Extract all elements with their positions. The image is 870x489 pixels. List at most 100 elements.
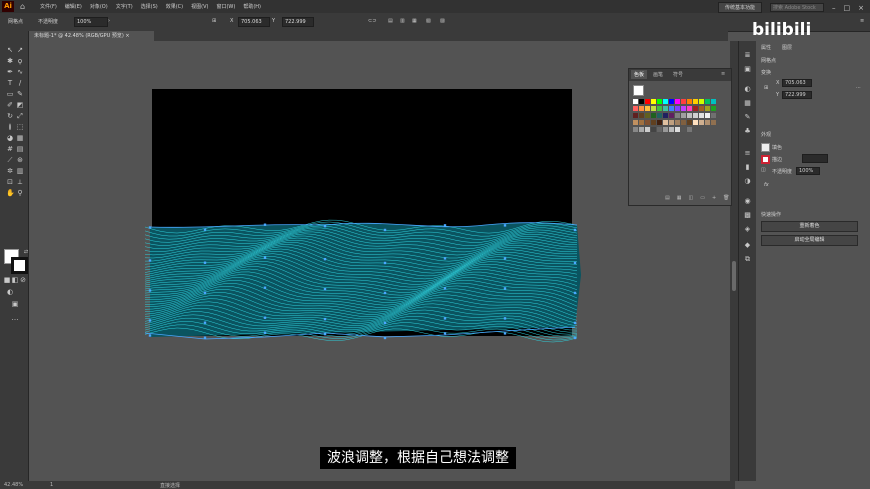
mesh-point[interactable]	[263, 316, 267, 319]
mesh-point[interactable]	[323, 257, 327, 261]
menu-item-file[interactable]: 文件(F)	[40, 3, 57, 10]
scale-tool-icon[interactable]: ⤢	[16, 113, 24, 120]
minimize-icon[interactable]: –	[832, 4, 836, 12]
color-swatch[interactable]	[669, 127, 674, 132]
props-opacity-field[interactable]: 100%	[796, 167, 820, 175]
color-swatch[interactable]	[645, 99, 650, 104]
color-swatch[interactable]	[633, 120, 638, 125]
color-swatch[interactable]	[669, 99, 674, 104]
graphic-styles-icon[interactable]: ▩	[743, 211, 752, 220]
rotate-tool-icon[interactable]: ↻	[6, 113, 14, 120]
color-swatch[interactable]	[645, 127, 650, 132]
free-transform-tool-icon[interactable]: ⬚	[16, 124, 24, 131]
layers-icon[interactable]: ◈	[743, 225, 752, 234]
close-icon[interactable]: ×	[858, 4, 864, 12]
paintbrush-tool-icon[interactable]: ✎	[16, 91, 24, 98]
menu-item-effect[interactable]: 效果(C)	[166, 3, 183, 10]
color-swatch[interactable]	[669, 120, 674, 125]
mesh-point[interactable]	[148, 259, 152, 262]
stock-search-input[interactable]: 搜索 Adobe Stock	[770, 3, 824, 12]
shape-builder-tool-icon[interactable]: ◕	[6, 135, 14, 142]
color-swatch[interactable]	[651, 113, 656, 118]
mesh-point[interactable]	[203, 261, 207, 264]
color-swatch[interactable]	[663, 120, 668, 125]
color-swatch[interactable]	[663, 106, 668, 111]
color-swatch[interactable]	[699, 99, 704, 104]
links-icon[interactable]: ⧉	[743, 255, 752, 264]
type-tool-icon[interactable]: T	[6, 80, 14, 87]
more-options-icon[interactable]: ⋯	[856, 85, 861, 91]
draw-mode-icon[interactable]: ◐	[6, 289, 14, 296]
tab-properties[interactable]: 属性	[761, 44, 771, 51]
recolor-button[interactable]: 重新着色	[761, 221, 858, 232]
color-swatch[interactable]	[639, 113, 644, 118]
color-swatch[interactable]	[711, 99, 716, 104]
color-swatch[interactable]	[639, 99, 644, 104]
mesh-point[interactable]	[383, 336, 387, 340]
color-swatch[interactable]	[699, 113, 704, 118]
menu-item-edit[interactable]: 编辑(E)	[65, 3, 82, 10]
mesh-point[interactable]	[323, 224, 327, 228]
color-swatch[interactable]	[699, 120, 704, 125]
stroke-swatch[interactable]	[11, 257, 28, 274]
color-swatch[interactable]	[675, 120, 680, 125]
color-swatch[interactable]	[645, 113, 650, 118]
lasso-tool-icon[interactable]: ϙ	[16, 58, 24, 65]
tab-symbols[interactable]: 符号	[673, 71, 683, 78]
color-swatch[interactable]	[651, 99, 656, 104]
color-swatch[interactable]	[693, 106, 698, 111]
zoom-level[interactable]: 42.48%	[4, 482, 23, 488]
slice-tool-icon[interactable]: ⟂	[16, 179, 24, 186]
hand-tool-icon[interactable]: ✋	[6, 190, 15, 197]
appearance-icon[interactable]: ◉	[743, 197, 752, 206]
swatches-icon[interactable]: ▦	[743, 99, 752, 108]
color-swatch[interactable]	[681, 106, 686, 111]
mesh-point[interactable]	[148, 319, 152, 322]
color-swatch[interactable]	[633, 106, 638, 111]
perspective-grid-tool-icon[interactable]: ▦	[16, 135, 24, 142]
transparency-icon[interactable]: ◑	[743, 177, 752, 186]
column-graph-tool-icon[interactable]: ▥	[16, 168, 24, 175]
symbols-icon[interactable]: ♣	[743, 127, 752, 136]
menu-item-help[interactable]: 帮助(H)	[243, 3, 261, 10]
gradient-icon[interactable]: ▮	[743, 163, 752, 172]
menu-item-type[interactable]: 文字(T)	[116, 3, 133, 10]
color-swatch[interactable]	[663, 127, 668, 132]
color-swatch[interactable]	[645, 106, 650, 111]
magic-wand-tool-icon[interactable]: ✱	[6, 58, 14, 65]
mesh-point[interactable]	[443, 287, 447, 290]
mesh-point[interactable]	[383, 261, 387, 265]
align-right-icon[interactable]: ▦	[412, 18, 417, 24]
color-swatch[interactable]	[687, 113, 692, 118]
symbol-sprayer-tool-icon[interactable]: ✲	[6, 168, 14, 175]
mesh-point[interactable]	[573, 336, 577, 340]
mesh-point[interactable]	[443, 317, 447, 320]
color-swatch[interactable]	[711, 113, 716, 118]
stroke-icon[interactable]: ≡	[743, 149, 752, 158]
scroll-thumb[interactable]	[732, 261, 736, 291]
mesh-point[interactable]	[203, 291, 207, 294]
mesh-point[interactable]	[323, 287, 327, 291]
workspace-switcher[interactable]: 传统基本功能	[717, 2, 762, 13]
eraser-tool-icon[interactable]: ◩	[16, 102, 24, 109]
tab-swatches[interactable]: 色板	[631, 70, 648, 79]
menu-item-select[interactable]: 选择(S)	[141, 3, 158, 10]
color-swatch[interactable]	[639, 106, 644, 111]
y-field[interactable]: 722.999	[282, 17, 314, 27]
color-swatch[interactable]	[699, 106, 704, 111]
color-swatch[interactable]	[693, 113, 698, 118]
edit-toolbar-icon[interactable]: …	[11, 315, 19, 322]
mesh-point[interactable]	[148, 289, 152, 292]
color-swatch[interactable]	[681, 127, 686, 132]
mesh-point[interactable]	[573, 228, 577, 232]
color-swatch[interactable]	[675, 99, 680, 104]
swap-fill-stroke-icon[interactable]: ⇄	[22, 249, 30, 256]
tab-layers[interactable]: 图层	[782, 44, 792, 51]
color-swatch[interactable]	[633, 127, 638, 132]
shaper-tool-icon[interactable]: ✐	[6, 102, 14, 109]
link-icon[interactable]: ⊂⊃	[368, 18, 376, 24]
color-mode-icon[interactable]: ■	[3, 277, 11, 284]
mesh-point[interactable]	[503, 332, 507, 335]
tab-close-icon[interactable]: ×	[125, 33, 129, 39]
global-edit-button[interactable]: 启动全局编辑	[761, 235, 858, 246]
